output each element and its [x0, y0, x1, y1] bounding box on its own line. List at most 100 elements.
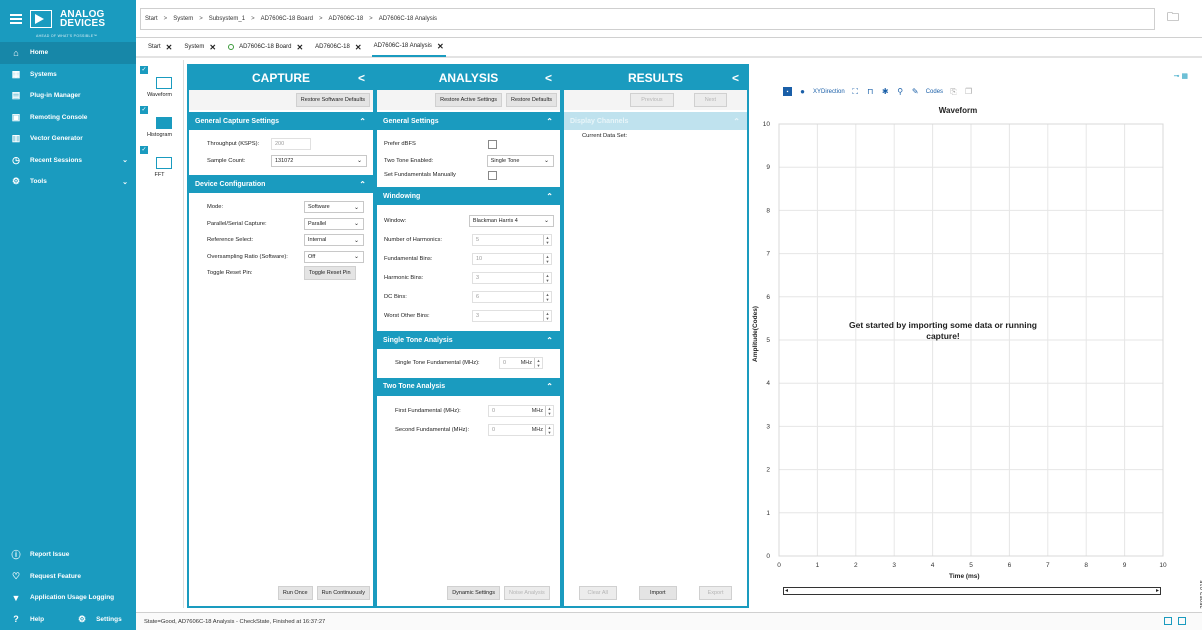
sample-count-select[interactable]: 131072 ⌄: [271, 154, 367, 167]
device-configuration-header[interactable]: Device Configuration ⌃: [189, 175, 373, 193]
copy-icon[interactable]: ❐: [964, 87, 973, 96]
restore-software-defaults-button[interactable]: Restore Software Defaults: [295, 93, 370, 107]
first-fundamental-field[interactable]: 0 MHz ▲ ▼: [488, 405, 554, 417]
fullscreen-icon[interactable]: [1178, 617, 1186, 625]
mode-select[interactable]: Software ⌄: [304, 201, 364, 214]
windowing-header[interactable]: Windowing ⌃: [377, 187, 560, 205]
tab-start[interactable]: Start ✕: [146, 37, 174, 57]
spinner-icon[interactable]: ▲ ▼: [534, 358, 542, 369]
window-select[interactable]: Blackman Harris 4 ⌄: [468, 214, 554, 227]
single-fundamental-field[interactable]: 0 MHz ▲ ▼: [499, 357, 543, 370]
display-channels-header[interactable]: Display Channels ⌃: [564, 112, 747, 130]
tab-device[interactable]: AD7606C-18 ✕: [313, 37, 363, 57]
oversampling-select[interactable]: Off ⌄: [304, 250, 364, 263]
settings-link[interactable]: Settings: [96, 616, 122, 623]
breadcrumb-item[interactable]: AD7606C-18: [328, 16, 363, 22]
pan-icon[interactable]: ●: [798, 87, 807, 96]
units-select[interactable]: Codes: [926, 89, 943, 95]
help-link[interactable]: Help: [30, 616, 44, 623]
checkbox-checked-icon[interactable]: ✓: [140, 106, 148, 114]
reference-select[interactable]: Internal ⌄: [304, 234, 364, 247]
marker-icon[interactable]: ⊓: [866, 87, 875, 96]
expand-icon[interactable]: [1164, 617, 1172, 625]
nav-report-issue[interactable]: ⓘ Report Issue: [0, 544, 136, 566]
export-image-icon[interactable]: ⎘: [949, 87, 958, 96]
breadcrumb-item[interactable]: Subsystem_1: [209, 16, 245, 22]
export-button[interactable]: Export: [698, 586, 733, 600]
next-button[interactable]: Next: [693, 93, 727, 107]
spinner-icon[interactable]: ▲ ▼: [543, 291, 551, 302]
snap-icon[interactable]: ✱: [881, 87, 890, 96]
edit-icon[interactable]: ✎: [911, 87, 920, 96]
close-icon[interactable]: ✕: [209, 43, 216, 52]
tab-analysis[interactable]: AD7606C-18 Analysis ✕: [371, 37, 446, 57]
spinner-icon[interactable]: ▲ ▼: [545, 406, 553, 416]
nav-tools[interactable]: ⚙ Tools ⌄: [0, 171, 136, 193]
second-fundamental-field[interactable]: 0 MHz ▲ ▼: [488, 424, 554, 436]
nav-home[interactable]: ⌂ Home: [0, 42, 136, 64]
nav-remoting-console[interactable]: ▣ Remoting Console: [0, 107, 136, 129]
gear-icon[interactable]: ⚙: [76, 614, 88, 624]
nav-usage-logging[interactable]: ▼ Application Usage Logging: [0, 587, 136, 609]
breadcrumb-item[interactable]: Start: [145, 16, 158, 22]
zoom-box-icon[interactable]: ▪: [783, 87, 792, 96]
collapse-left-icon[interactable]: <: [358, 71, 365, 85]
checkbox-checked-icon[interactable]: ✓: [140, 66, 148, 74]
scroll-left-icon[interactable]: ◂: [785, 588, 788, 594]
help-icon[interactable]: ?: [10, 614, 22, 624]
clear-all-button[interactable]: Clear All: [578, 586, 617, 600]
collapse-left-icon[interactable]: <: [545, 71, 552, 85]
scroll-right-icon[interactable]: ▸: [1156, 588, 1159, 594]
breadcrumb-item[interactable]: AD7606C-18 Board: [261, 16, 313, 22]
run-once-button[interactable]: Run Once: [277, 586, 313, 600]
xy-direction-select[interactable]: XYDirection: [813, 89, 845, 95]
plot-type-fft[interactable]: ✓ FFT: [136, 140, 183, 180]
pin-icon[interactable]: ⊸ ▦: [1174, 72, 1188, 80]
plot-type-waveform[interactable]: ✓ Waveform: [136, 60, 183, 100]
close-icon[interactable]: ✕: [166, 43, 173, 52]
general-settings-header[interactable]: General Settings ⌃: [377, 112, 560, 130]
checkbox-checked-icon[interactable]: ✓: [140, 146, 148, 154]
dynamic-settings-button[interactable]: Dynamic Settings: [447, 586, 500, 600]
magnifier-icon[interactable]: ⚲: [896, 87, 905, 96]
spinner-icon[interactable]: ▲ ▼: [545, 425, 553, 435]
tab-board[interactable]: AD7606C-18 Board ✕: [226, 37, 305, 57]
two-tone-select[interactable]: Single Tone ⌄: [486, 154, 554, 167]
spinner-icon[interactable]: ▲ ▼: [543, 310, 551, 321]
nav-request-feature[interactable]: ♡ Request Feature: [0, 566, 136, 588]
two-tone-header[interactable]: Two Tone Analysis ⌃: [377, 377, 560, 396]
single-tone-header[interactable]: Single Tone Analysis ⌃: [377, 331, 560, 349]
fundamental-bins-field[interactable]: 10 ▲ ▼: [472, 252, 552, 265]
folder-icon[interactable]: 🗀: [1167, 8, 1179, 29]
fit-icon[interactable]: ⛶: [851, 87, 860, 96]
close-icon[interactable]: ✕: [296, 43, 303, 52]
hamburger-menu-icon[interactable]: [10, 14, 22, 24]
nav-plugin-manager[interactable]: ▤ Plug-in Manager: [0, 85, 136, 107]
spinner-icon[interactable]: ▲ ▼: [543, 234, 551, 245]
import-button[interactable]: Import: [638, 586, 677, 600]
prefer-dbfs-checkbox[interactable]: [488, 139, 497, 149]
close-icon[interactable]: ✕: [355, 43, 362, 52]
dc-bins-field[interactable]: 6 ▲ ▼: [472, 290, 552, 303]
breadcrumb-item[interactable]: AD7606C-18 Analysis: [379, 16, 437, 22]
nav-recent-sessions[interactable]: ◷ Recent Sessions ⌄: [0, 150, 136, 172]
spinner-icon[interactable]: ▲ ▼: [543, 253, 551, 264]
noise-analysis-button[interactable]: Noise Analysis: [504, 586, 550, 600]
run-continuously-button[interactable]: Run Continuously: [316, 586, 370, 600]
restore-defaults-button[interactable]: Restore Defaults: [506, 93, 557, 107]
horizontal-scrollbar[interactable]: ◂ ▸: [783, 587, 1161, 595]
restore-active-settings-button[interactable]: Restore Active Settings: [435, 93, 503, 107]
throughput-field[interactable]: 200: [271, 138, 311, 151]
parallel-serial-select[interactable]: Parallel ⌄: [304, 217, 364, 230]
nav-systems[interactable]: ▦ Systems: [0, 64, 136, 86]
plot-type-histogram[interactable]: ✓ Histogram: [136, 100, 183, 140]
spinner-icon[interactable]: ▲ ▼: [543, 272, 551, 283]
toggle-reset-pin-button[interactable]: Toggle Reset Pin: [304, 266, 356, 281]
previous-button[interactable]: Previous: [630, 93, 674, 107]
close-icon[interactable]: ✕: [437, 42, 444, 51]
collapse-left-icon[interactable]: <: [732, 71, 739, 85]
tab-system[interactable]: System ✕: [182, 37, 218, 57]
nav-vector-generator[interactable]: ▥ Vector Generator: [0, 128, 136, 150]
harmonic-bins-field[interactable]: 3 ▲ ▼: [472, 271, 552, 284]
set-fundamentals-checkbox[interactable]: [488, 170, 497, 180]
